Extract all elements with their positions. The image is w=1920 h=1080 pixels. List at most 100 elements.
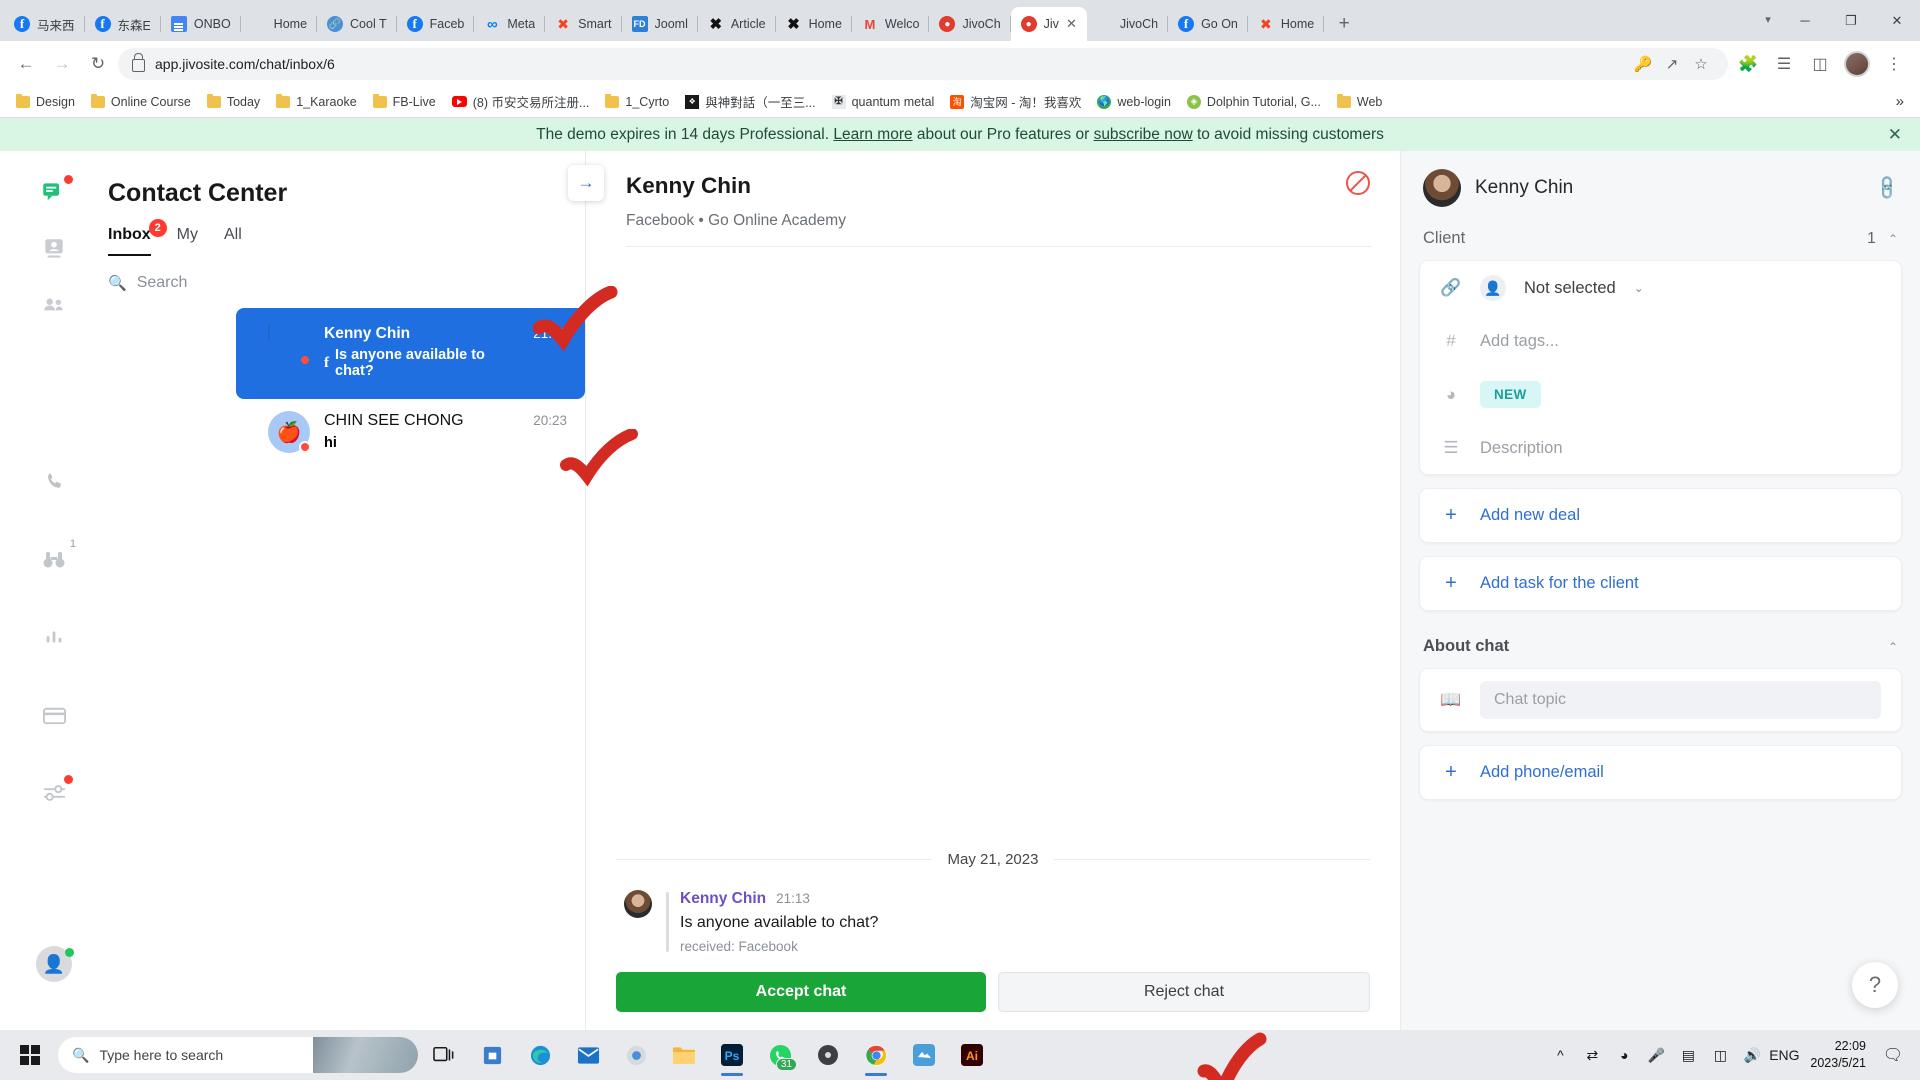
reading-list-icon[interactable]: ☰	[1768, 48, 1800, 80]
help-button[interactable]: ?	[1852, 962, 1898, 1008]
sidebar-item-statistics[interactable]	[26, 609, 82, 665]
window-close-button[interactable]: ✕	[1874, 4, 1920, 38]
profile-avatar-icon[interactable]	[1844, 50, 1870, 77]
learn-more-link[interactable]: Learn more	[833, 126, 912, 143]
extensions-icon[interactable]: 🧩	[1732, 48, 1764, 80]
close-icon[interactable]: ✕	[1888, 125, 1902, 145]
start-button[interactable]	[6, 1032, 54, 1078]
illustrator-icon[interactable]: Ai	[950, 1032, 994, 1078]
bookmark-item[interactable]: ✠ quantum metal	[824, 92, 943, 112]
menu-icon[interactable]: ⋮	[1878, 48, 1910, 80]
chevron-up-icon[interactable]: ^	[1548, 1047, 1572, 1063]
sidebar-item-calls[interactable]	[26, 453, 82, 509]
bookmark-item[interactable]: Today	[199, 92, 268, 112]
browser-tab[interactable]: Home	[241, 7, 318, 41]
search-input[interactable]: 🔍 Search	[0, 256, 585, 302]
browser-tab[interactable]: f Faceb	[397, 7, 475, 41]
profile-avatar[interactable]: 👤	[26, 936, 82, 992]
sidebar-item-visitors[interactable]: 1	[26, 531, 82, 587]
add-task-button[interactable]: + Add task for the client	[1419, 556, 1902, 611]
browser-tab[interactable]: ∞ Meta	[474, 7, 545, 41]
bookmark-item[interactable]: 1_Cyrto	[597, 92, 677, 112]
bookmark-item[interactable]: ◈ Dolphin Tutorial, G...	[1179, 92, 1329, 112]
mail-icon[interactable]	[566, 1032, 610, 1078]
back-icon[interactable]: ←	[10, 48, 42, 80]
disc-icon[interactable]	[806, 1032, 850, 1078]
network-sync-icon[interactable]: ⇄	[1580, 1047, 1604, 1064]
add-new-deal-button[interactable]: + Add new deal	[1419, 488, 1902, 543]
add-phone-email-button[interactable]: + Add phone/email	[1419, 745, 1902, 800]
browser-tab[interactable]: 🔗 Cool T	[317, 7, 397, 41]
chevron-down-icon[interactable]: ▾	[1754, 5, 1782, 33]
app-blue-icon[interactable]	[902, 1032, 946, 1078]
browser-tab[interactable]: f Go On	[1168, 7, 1248, 41]
reject-chat-button[interactable]: Reject chat	[998, 972, 1370, 1012]
bookmarks-overflow-button[interactable]: »	[1888, 93, 1912, 110]
browser-tab[interactable]: f 马来西	[4, 7, 85, 41]
browser-tab[interactable]: ONBO	[161, 7, 241, 41]
file-explorer-icon[interactable]	[662, 1032, 706, 1078]
chevron-up-icon[interactable]: ⌃	[1888, 640, 1898, 654]
bookmark-item[interactable]: ❖ 與神對話（一至三...	[677, 89, 823, 114]
mic-icon[interactable]: 🎤	[1644, 1047, 1668, 1064]
bookmark-item[interactable]: Design	[8, 92, 83, 112]
browser-tab[interactable]: FD Jooml	[622, 7, 698, 41]
bookmark-item[interactable]: Web	[1329, 92, 1390, 112]
browser-tab[interactable]: ✖ Smart	[545, 7, 622, 41]
maximize-button[interactable]: ❐	[1828, 4, 1874, 38]
new-tab-button[interactable]: +	[1330, 10, 1358, 38]
block-icon[interactable]	[1346, 171, 1370, 195]
browser-tab[interactable]: ✖ Home	[776, 7, 852, 41]
description-row[interactable]: ☰ Description	[1420, 422, 1901, 474]
client-link-row[interactable]: 🔗 👤 Not selected ⌄	[1420, 261, 1901, 315]
sound-icon[interactable]: 🔊	[1740, 1047, 1764, 1064]
share-icon[interactable]: ↗	[1659, 51, 1685, 77]
language-indicator[interactable]: ENG	[1769, 1047, 1799, 1063]
arrow-right-icon[interactable]: →	[568, 165, 604, 201]
forward-icon[interactable]: →	[46, 48, 78, 80]
address-bar[interactable]: app.jivosite.com/chat/inbox/6 🔑 ↗ ☆	[118, 47, 1728, 80]
chevron-down-icon[interactable]: ⌄	[1634, 281, 1644, 295]
browser-tab[interactable]: M Welco	[852, 7, 930, 41]
tab-my[interactable]: My	[177, 226, 198, 256]
list-item[interactable]: 🍎 CHIN SEE CHONG hi 20:23	[236, 399, 585, 465]
chrome-icon[interactable]	[854, 1032, 898, 1078]
subscribe-now-link[interactable]: subscribe now	[1094, 126, 1193, 143]
tab-all[interactable]: All	[224, 226, 242, 256]
bookmark-item[interactable]: 1_Karaoke	[268, 92, 364, 112]
task-view-icon[interactable]	[422, 1032, 466, 1078]
side-panel-icon[interactable]: ◫	[1804, 48, 1836, 80]
bookmark-item[interactable]: 淘淘宝网 - 淘！我喜欢	[942, 89, 1089, 114]
bookmark-item[interactable]: FB-Live	[365, 92, 444, 112]
sidebar-item-settings[interactable]	[26, 765, 82, 821]
photoshop-icon[interactable]: Ps	[710, 1032, 754, 1078]
taskbar-search-input[interactable]: 🔍 Type here to search	[58, 1037, 418, 1073]
tab-inbox[interactable]: Inbox 2	[108, 219, 167, 256]
accept-chat-button[interactable]: Accept chat	[616, 972, 986, 1012]
list-item[interactable]: Kenny Chin f Is anyone available to chat…	[236, 308, 585, 400]
battery-icon[interactable]: ◫	[1708, 1047, 1732, 1064]
key-icon[interactable]: 🔑	[1630, 51, 1656, 77]
add-tags-row[interactable]: # Add tags...	[1420, 315, 1901, 367]
browser-tab[interactable]: JivoCh	[1087, 7, 1169, 41]
status-row[interactable]: ◕ NEW	[1420, 367, 1901, 422]
clock[interactable]: 22:09 2023/5/21	[1804, 1038, 1872, 1072]
screen-icon[interactable]: ▤	[1676, 1047, 1700, 1064]
notifications-icon[interactable]: 🗨	[1880, 1045, 1906, 1065]
chevron-up-icon[interactable]: ⌃	[1888, 232, 1898, 246]
bookmark-item[interactable]: Online Course	[83, 92, 199, 112]
chat-topic-input[interactable]: Chat topic	[1480, 681, 1881, 719]
browser-tab[interactable]: ● JivoCh	[929, 7, 1011, 41]
edge-icon[interactable]	[518, 1032, 562, 1078]
link-icon[interactable]: 🔗	[1873, 173, 1902, 202]
chrome-beta-icon[interactable]	[614, 1032, 658, 1078]
store-icon[interactable]	[470, 1032, 514, 1078]
wifi-icon[interactable]: ◕	[1612, 1047, 1636, 1063]
bookmark-item[interactable]: 🌎 web-login	[1089, 92, 1179, 112]
browser-tab[interactable]: ✖ Home	[1248, 7, 1325, 41]
browser-tab[interactable]: ✖ Article	[698, 7, 776, 41]
bookmark-item[interactable]: (8) 币安交易所注册...	[444, 89, 598, 114]
close-icon[interactable]: ✕	[1066, 16, 1077, 32]
minimize-button[interactable]: ─	[1782, 4, 1828, 38]
star-icon[interactable]: ☆	[1688, 51, 1714, 77]
